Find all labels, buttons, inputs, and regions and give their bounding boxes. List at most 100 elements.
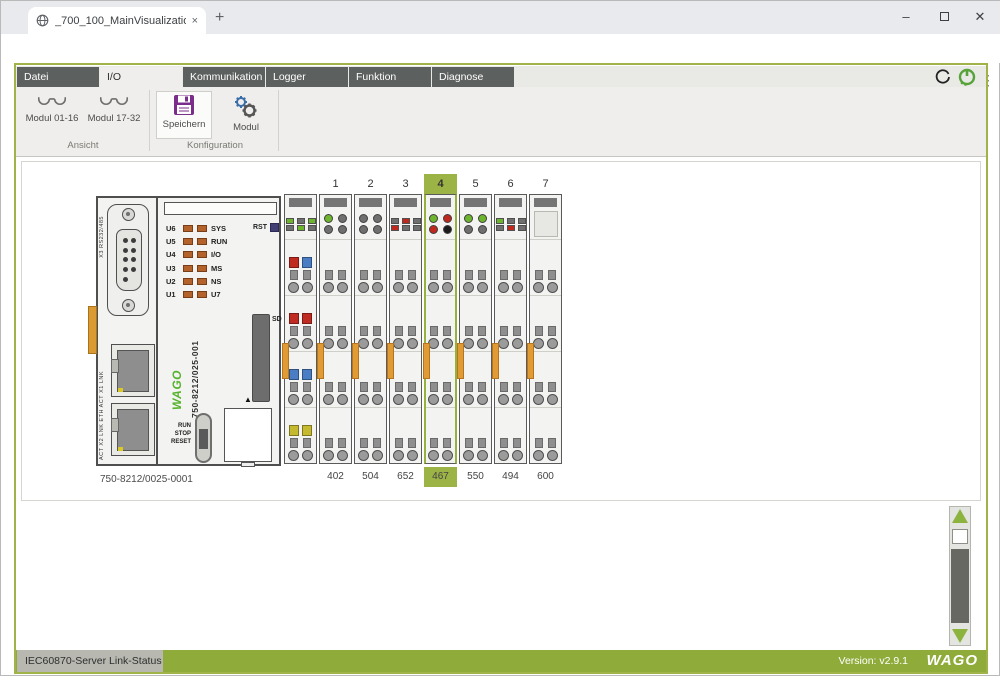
terminal-section bbox=[320, 295, 351, 351]
new-tab-button[interactable]: + bbox=[215, 9, 224, 27]
browser-tab[interactable]: _700_100_MainVisualization × bbox=[28, 7, 206, 34]
sd-card-slot bbox=[252, 314, 270, 402]
io-module[interactable]: 5 550 bbox=[459, 174, 492, 487]
scroll-down-arrow[interactable] bbox=[952, 629, 968, 643]
io-module[interactable] bbox=[284, 174, 317, 487]
speichern-button[interactable]: Speichern bbox=[156, 91, 212, 139]
module-number: 1 bbox=[319, 174, 352, 194]
head-label-window bbox=[164, 202, 277, 215]
mode-switch bbox=[195, 413, 212, 463]
dsub-screw bbox=[122, 299, 135, 312]
head-right-section: U6SYS U5RUN U4I/O U3MS U2NS U1U7 RST SD … bbox=[160, 198, 281, 464]
modul-01-16-button[interactable]: Modul 01-16 bbox=[22, 93, 82, 137]
window-close-button[interactable]: ✕ bbox=[965, 5, 995, 29]
floppy-save-icon bbox=[173, 94, 195, 116]
menu-tab-kommunikation[interactable]: Kommunikation bbox=[183, 67, 265, 87]
module-leds bbox=[426, 209, 455, 239]
plc-visualization-panel: X3 RS232/485 ACT X2 LNK ETH ACT X1 LNK bbox=[21, 161, 981, 501]
terminal-section bbox=[355, 351, 386, 407]
glasses-icon bbox=[99, 95, 129, 110]
module-body[interactable] bbox=[354, 194, 387, 464]
ethernet-port-x2 bbox=[111, 403, 155, 456]
menu-tab-datei[interactable]: Datei bbox=[17, 67, 99, 87]
window-maximize-button[interactable] bbox=[929, 5, 959, 29]
terminal-section bbox=[460, 351, 491, 407]
tab-close-icon[interactable]: × bbox=[192, 15, 198, 27]
scrollbar-thumb[interactable] bbox=[951, 549, 969, 623]
toolbar-separator bbox=[149, 90, 150, 151]
terminal-section bbox=[495, 407, 526, 463]
menu-tab-diagnose[interactable]: Diagnose bbox=[432, 67, 514, 87]
bus-contact bbox=[394, 198, 417, 207]
menu-tab-io[interactable]: I/O bbox=[100, 67, 182, 87]
wago-logo: WAGO bbox=[927, 651, 979, 671]
module-body[interactable] bbox=[284, 194, 317, 464]
label-card bbox=[224, 408, 272, 462]
speichern-label: Speichern bbox=[163, 119, 206, 130]
terminal-section bbox=[390, 407, 421, 463]
modul-17-32-label: Modul 17-32 bbox=[88, 113, 141, 124]
terminal-section bbox=[390, 239, 421, 295]
scrollbar-slider[interactable] bbox=[952, 529, 968, 544]
bus-contact bbox=[289, 198, 312, 207]
module-body[interactable] bbox=[459, 194, 492, 464]
module-order-number: 467 bbox=[424, 467, 457, 487]
terminal-section bbox=[426, 239, 455, 295]
serial-port-label: X3 RS232/485 bbox=[99, 216, 105, 258]
io-module[interactable]: 1 402 bbox=[319, 174, 352, 487]
io-module-rack: 1 402 2 504 3 bbox=[284, 174, 562, 487]
terminal-section bbox=[426, 295, 455, 351]
terminal-section bbox=[530, 295, 561, 351]
modul-17-32-button[interactable]: Modul 17-32 bbox=[84, 93, 144, 137]
logout-power-icon[interactable] bbox=[958, 68, 976, 86]
terminal-section bbox=[390, 351, 421, 407]
module-number bbox=[284, 174, 317, 194]
bus-contact bbox=[324, 198, 347, 207]
terminal-section bbox=[530, 407, 561, 463]
bus-contact bbox=[359, 198, 382, 207]
terminal-section bbox=[495, 295, 526, 351]
module-body[interactable] bbox=[529, 194, 562, 464]
browser-window: _700_100_MainVisualization × + – ✕ ← → ⌂… bbox=[0, 0, 1000, 676]
form-scrollbar[interactable] bbox=[949, 506, 971, 646]
module-body[interactable] bbox=[424, 194, 457, 464]
browser-addressbar: ← → ⌂ ⚠ Nicht sicher | 192.168.1.17/webv… bbox=[1, 34, 1000, 63]
modul-config-button[interactable]: Modul bbox=[218, 93, 274, 137]
plc-head-module: X3 RS232/485 ACT X2 LNK ETH ACT X1 LNK bbox=[96, 196, 281, 466]
module-number: 6 bbox=[494, 174, 527, 194]
module-order-number: 494 bbox=[494, 467, 527, 487]
io-module[interactable]: 3 652 bbox=[389, 174, 422, 487]
bus-contact bbox=[534, 198, 557, 207]
terminal-section bbox=[285, 239, 316, 295]
reset-button: RST bbox=[253, 223, 279, 232]
module-order-number: 504 bbox=[354, 467, 387, 487]
window-minimize-button[interactable]: – bbox=[891, 5, 921, 29]
bus-contact bbox=[464, 198, 487, 207]
module-leds bbox=[285, 209, 316, 239]
reload-icon[interactable] bbox=[934, 68, 952, 86]
terminal-section bbox=[320, 351, 351, 407]
io-module[interactable]: 7 600 bbox=[529, 174, 562, 487]
module-order-number: 652 bbox=[389, 467, 422, 487]
io-module[interactable]: 4 467 bbox=[424, 174, 457, 487]
menu-tab-logger[interactable]: Logger bbox=[266, 67, 348, 87]
module-number: 2 bbox=[354, 174, 387, 194]
menu-tab-funktion[interactable]: Funktion bbox=[349, 67, 431, 87]
module-body[interactable] bbox=[389, 194, 422, 464]
module-body[interactable] bbox=[494, 194, 527, 464]
io-module[interactable]: 2 504 bbox=[354, 174, 387, 487]
scroll-up-arrow[interactable] bbox=[952, 509, 968, 523]
terminal-section bbox=[285, 295, 316, 351]
terminal-section bbox=[530, 239, 561, 295]
model-number-vertical: 750-8212/025-001 bbox=[190, 303, 200, 418]
io-module[interactable]: 6 494 bbox=[494, 174, 527, 487]
module-number: 5 bbox=[459, 174, 492, 194]
terminal-section bbox=[390, 295, 421, 351]
terminal-section bbox=[426, 351, 455, 407]
module-order-number: 600 bbox=[529, 467, 562, 487]
module-body[interactable] bbox=[319, 194, 352, 464]
marker-triangle: ▲ bbox=[244, 395, 252, 404]
module-leds bbox=[320, 209, 351, 239]
terminal-section bbox=[285, 407, 316, 463]
terminal-section bbox=[530, 351, 561, 407]
